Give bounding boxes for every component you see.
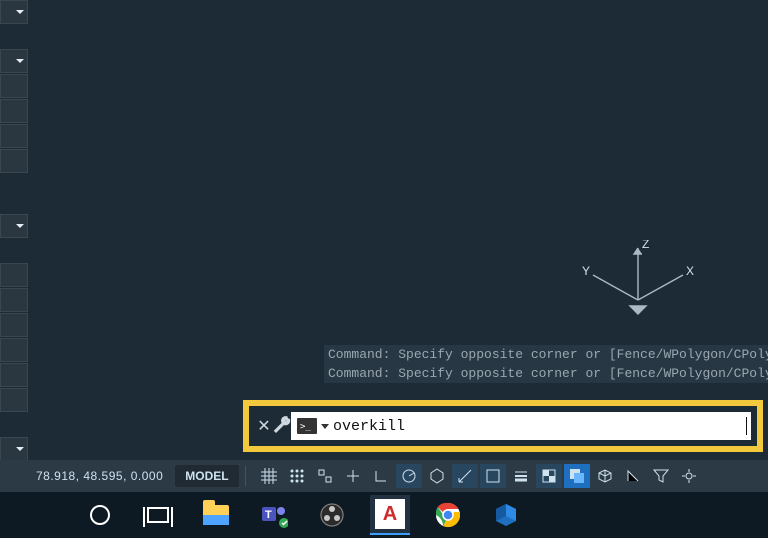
chevron-down-icon bbox=[16, 59, 24, 63]
ribbon-button[interactable] bbox=[0, 313, 28, 337]
polar-toggle[interactable] bbox=[396, 464, 422, 488]
ribbon-button[interactable] bbox=[0, 74, 28, 98]
model-space-button[interactable]: MODEL bbox=[175, 465, 238, 487]
cortana-icon[interactable] bbox=[80, 495, 120, 535]
osnap-toggle[interactable] bbox=[480, 464, 506, 488]
isoplane-toggle[interactable] bbox=[424, 464, 450, 488]
obs-icon[interactable] bbox=[312, 495, 352, 535]
otrack-toggle[interactable] bbox=[452, 464, 478, 488]
close-icon[interactable]: ✕ bbox=[255, 416, 273, 436]
ribbon-button[interactable] bbox=[0, 363, 28, 387]
autocad-icon[interactable]: A bbox=[370, 495, 410, 535]
selection-cycling-toggle[interactable] bbox=[564, 464, 590, 488]
ribbon-button[interactable] bbox=[0, 338, 28, 362]
teams-icon[interactable]: T bbox=[254, 495, 294, 535]
ribbon-button[interactable] bbox=[0, 263, 28, 287]
ribbon-panel-strip bbox=[0, 0, 32, 462]
transparency-toggle[interactable] bbox=[536, 464, 562, 488]
command-input-wrap[interactable]: >_ bbox=[291, 412, 751, 440]
grid-toggle[interactable] bbox=[256, 464, 282, 488]
ucs-z-label: Z bbox=[642, 240, 649, 251]
command-history: Command: Specify opposite corner or [Fen… bbox=[324, 345, 768, 383]
constraint-toggle[interactable] bbox=[312, 464, 338, 488]
status-bar: 78.918, 48.595, 0.000 MODEL bbox=[0, 460, 768, 492]
ribbon-dropdown[interactable] bbox=[0, 49, 28, 73]
command-history-line: Command: Specify opposite corner or [Fen… bbox=[324, 364, 768, 383]
dyn-ucs-toggle[interactable] bbox=[620, 464, 646, 488]
text-cursor bbox=[746, 417, 747, 435]
svg-text:T: T bbox=[265, 509, 272, 521]
file-explorer-icon[interactable] bbox=[196, 495, 236, 535]
chevron-down-icon bbox=[16, 10, 24, 14]
windows-taskbar: T A bbox=[0, 492, 768, 538]
command-line-bar: ✕ >_ bbox=[243, 400, 763, 452]
ribbon-dropdown[interactable] bbox=[0, 214, 28, 238]
customize-icon[interactable] bbox=[273, 415, 291, 438]
ribbon-button[interactable] bbox=[0, 99, 28, 123]
command-history-line: Command: Specify opposite corner or [Fen… bbox=[324, 345, 768, 364]
ucs-x-label: X bbox=[686, 264, 694, 278]
3d-app-icon[interactable] bbox=[486, 495, 526, 535]
3d-osnap-toggle[interactable] bbox=[592, 464, 618, 488]
task-view-icon[interactable] bbox=[138, 495, 178, 535]
status-toggle-group bbox=[252, 464, 702, 488]
ortho-toggle[interactable] bbox=[368, 464, 394, 488]
ribbon-button[interactable] bbox=[0, 388, 28, 412]
ribbon-button[interactable] bbox=[0, 288, 28, 312]
chevron-down-icon bbox=[16, 447, 24, 451]
snap-toggle[interactable] bbox=[284, 464, 310, 488]
ribbon-button[interactable] bbox=[0, 149, 28, 173]
command-prompt-icon: >_ bbox=[295, 414, 319, 438]
ucs-icon[interactable]: Z X Y bbox=[578, 240, 698, 330]
svg-text:>_: >_ bbox=[300, 422, 311, 432]
chevron-down-icon[interactable] bbox=[321, 424, 329, 429]
ribbon-dropdown[interactable] bbox=[0, 0, 28, 24]
selection-filter-toggle[interactable] bbox=[648, 464, 674, 488]
ribbon-dropdown[interactable] bbox=[0, 437, 28, 461]
coords-readout[interactable]: 78.918, 48.595, 0.000 bbox=[0, 469, 175, 483]
lineweight-toggle[interactable] bbox=[508, 464, 534, 488]
chrome-icon[interactable] bbox=[428, 495, 468, 535]
ucs-y-label: Y bbox=[582, 264, 590, 278]
command-input[interactable] bbox=[333, 418, 746, 435]
ribbon-button[interactable] bbox=[0, 124, 28, 148]
chevron-down-icon bbox=[16, 224, 24, 228]
dynamic-input-toggle[interactable] bbox=[340, 464, 366, 488]
gizmo-toggle[interactable] bbox=[676, 464, 702, 488]
